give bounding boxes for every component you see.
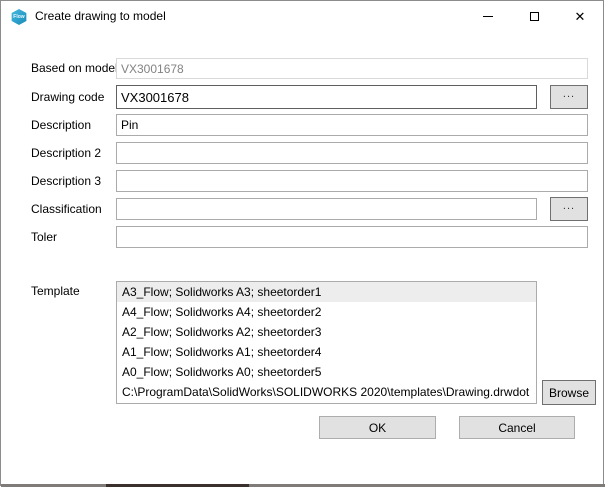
ok-button[interactable]: OK [319, 416, 436, 439]
based-on-model-field[interactable] [116, 58, 588, 79]
classification-browse-button[interactable]: ... [550, 197, 588, 221]
flow-hexagon-icon: Flow [11, 9, 27, 25]
template-item[interactable]: A0_Flow; Solidworks A0; sheetorder5 [117, 362, 536, 382]
classification-label: Classification [31, 202, 102, 216]
template-item[interactable]: C:\ProgramData\SolidWorks\SOLIDWORKS 202… [117, 382, 536, 402]
description-label: Description [31, 118, 91, 132]
drawing-code-browse-button[interactable]: ... [550, 85, 588, 109]
ellipsis-icon: ... [563, 201, 575, 212]
titlebar[interactable]: Flow Create drawing to model ✕ [1, 1, 603, 32]
description2-field[interactable] [116, 142, 588, 164]
cancel-button-label: Cancel [498, 421, 535, 435]
drawing-code-label: Drawing code [31, 90, 104, 104]
browse-button[interactable]: Browse [542, 380, 596, 405]
window-title: Create drawing to model [35, 9, 166, 23]
description3-label: Description 3 [31, 174, 101, 188]
template-label: Template [31, 284, 80, 298]
description-field[interactable] [116, 114, 588, 136]
toler-label: Toler [31, 230, 57, 244]
browse-button-label: Browse [549, 386, 589, 400]
minimize-button[interactable] [465, 1, 511, 32]
window-bottom-border [1, 484, 605, 487]
ellipsis-icon: ... [563, 89, 575, 100]
maximize-button[interactable] [511, 1, 557, 32]
template-item[interactable]: A1_Flow; Solidworks A1; sheetorder4 [117, 342, 536, 362]
ok-button-label: OK [369, 421, 386, 435]
template-item[interactable]: A3_Flow; Solidworks A3; sheetorder1 [117, 282, 536, 302]
cancel-button[interactable]: Cancel [459, 416, 575, 439]
template-item[interactable]: A4_Flow; Solidworks A4; sheetorder2 [117, 302, 536, 322]
toler-field[interactable] [116, 226, 588, 248]
close-icon: ✕ [575, 10, 586, 23]
caption-buttons: ✕ [465, 1, 603, 32]
create-drawing-dialog: Flow Create drawing to model ✕ Based on … [0, 0, 604, 486]
minimize-icon [483, 16, 493, 17]
close-button[interactable]: ✕ [557, 1, 603, 32]
drawing-code-field[interactable] [116, 85, 537, 109]
template-listbox[interactable]: A3_Flow; Solidworks A3; sheetorder1 A4_F… [116, 281, 537, 404]
screen: Flow Create drawing to model ✕ Based on … [0, 0, 609, 489]
description2-label: Description 2 [31, 146, 101, 160]
window-bottom-shadow [106, 484, 249, 487]
description3-field[interactable] [116, 170, 588, 192]
template-item[interactable]: A2_Flow; Solidworks A2; sheetorder3 [117, 322, 536, 342]
maximize-icon [530, 12, 539, 21]
based-on-model-label: Based on model [31, 61, 118, 75]
classification-field[interactable] [116, 198, 537, 220]
